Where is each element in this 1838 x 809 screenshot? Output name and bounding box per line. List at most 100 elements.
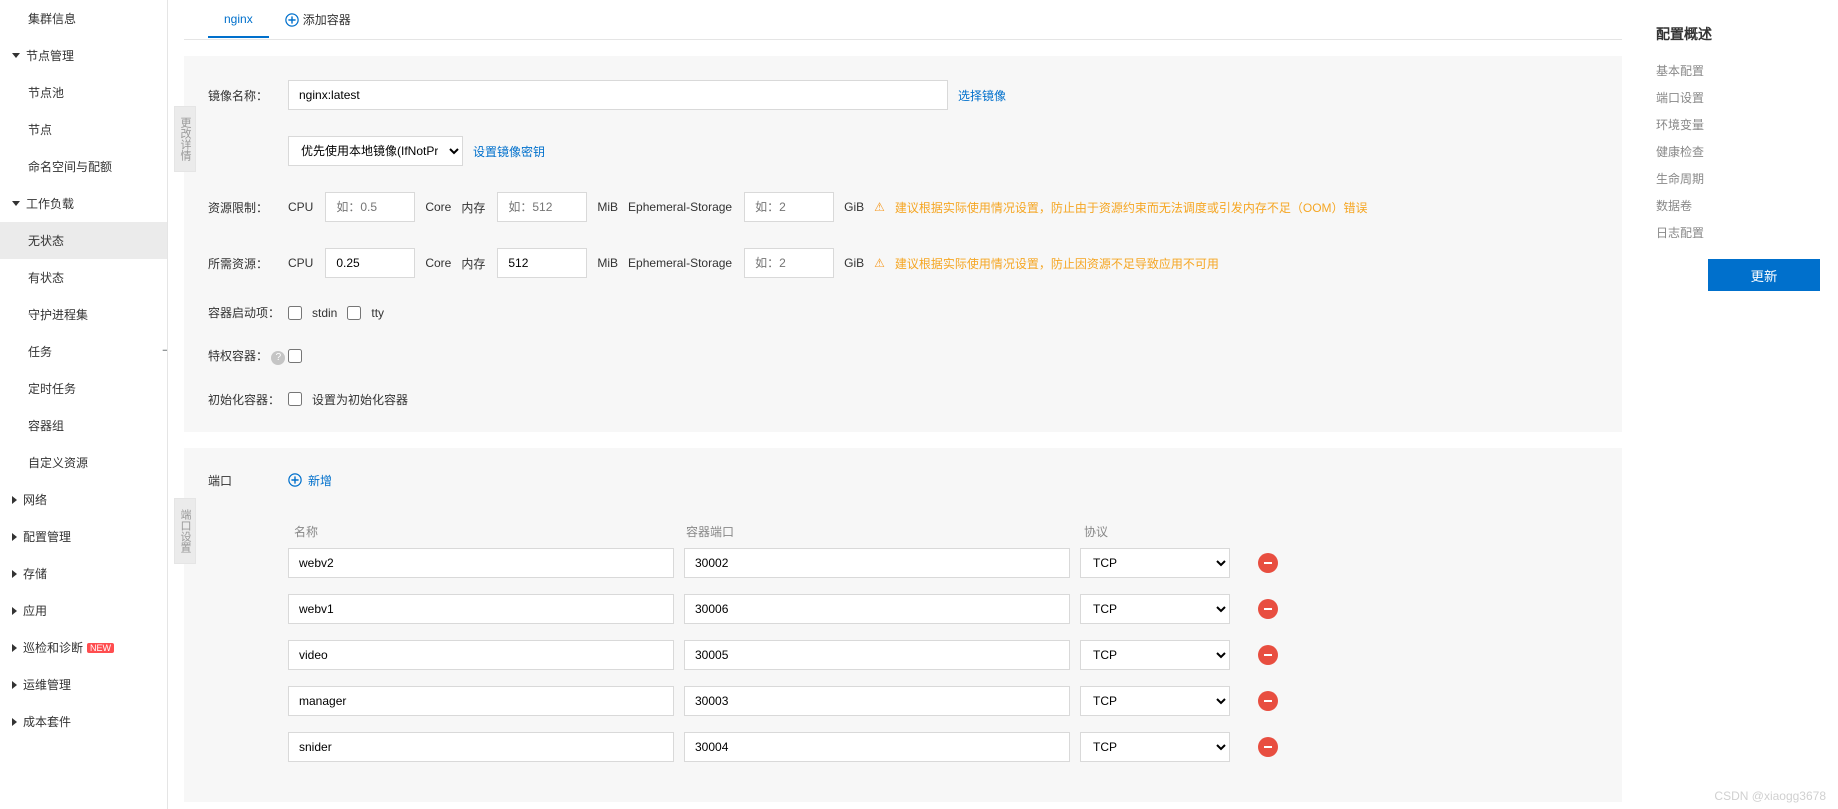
nav-group-config[interactable]: 配置管理 (0, 518, 167, 555)
cpu-label: CPU (288, 200, 313, 214)
init-cb-label: 设置为初始化容器 (312, 391, 408, 408)
set-image-secret-link[interactable]: 设置镜像密钥 (473, 143, 545, 160)
port-number-input[interactable] (684, 686, 1070, 716)
nav-group-cost[interactable]: 成本套件 (0, 703, 167, 740)
privileged-checkbox[interactable] (288, 349, 302, 363)
tty-label: tty (371, 306, 384, 320)
nav-stateful[interactable]: 有状态 (0, 259, 167, 296)
add-port-label: 新增 (308, 472, 332, 489)
right-panel-title: 配置概述 (1656, 24, 1820, 44)
tab-add-label: 添加容器 (303, 11, 351, 28)
nav-group-storage[interactable]: 存储 (0, 555, 167, 592)
stdin-checkbox[interactable] (288, 306, 302, 320)
select-image-link[interactable]: 选择镜像 (958, 87, 1006, 104)
nav-label: 工作负载 (26, 195, 74, 212)
rp-item-log[interactable]: 日志配置 (1656, 224, 1820, 241)
nav-job[interactable]: 任务 (0, 333, 167, 370)
port-protocol-select[interactable]: TCP (1080, 732, 1230, 762)
port-name-input[interactable] (288, 640, 674, 670)
rp-item-env[interactable]: 环境变量 (1656, 116, 1820, 133)
port-row: TCP (288, 732, 1598, 762)
nav-group-node-mgmt[interactable]: 节点管理 (0, 37, 167, 74)
port-protocol-select[interactable]: TCP (1080, 548, 1230, 578)
port-protocol-select[interactable]: TCP (1080, 686, 1230, 716)
rp-item-port[interactable]: 端口设置 (1656, 89, 1820, 106)
rp-item-lifecycle[interactable]: 生命周期 (1656, 170, 1820, 187)
port-row: TCP (288, 548, 1598, 578)
sidebar-collapse-icon[interactable]: ⇥ (157, 330, 168, 370)
nav-node-pool[interactable]: 节点池 (0, 74, 167, 111)
remove-port-button[interactable] (1258, 691, 1278, 711)
port-protocol-select[interactable]: TCP (1080, 640, 1230, 670)
header-port: 容器端口 (680, 523, 1072, 540)
port-name-input[interactable] (288, 548, 674, 578)
cpu-limit-input[interactable] (325, 192, 415, 222)
core-unit: Core (425, 200, 451, 214)
nav-stateless[interactable]: 无状态 (0, 222, 167, 259)
nav-label: 网络 (23, 491, 47, 508)
nav-group-network[interactable]: 网络 (0, 481, 167, 518)
nav-cluster-info[interactable]: 集群信息 (0, 0, 167, 37)
remove-port-button[interactable] (1258, 553, 1278, 573)
nav-custom-res[interactable]: 自定义资源 (0, 444, 167, 481)
port-row: TCP (288, 594, 1598, 624)
nav-group-ops[interactable]: 运维管理 (0, 666, 167, 703)
port-name-input[interactable] (288, 594, 674, 624)
tty-checkbox[interactable] (347, 306, 361, 320)
privileged-label: 特权容器： ? (208, 347, 288, 365)
rp-item-health[interactable]: 健康检查 (1656, 143, 1820, 160)
mib-unit: MiB (597, 200, 618, 214)
header-name: 名称 (288, 523, 680, 540)
gib-unit: GiB (844, 256, 864, 270)
port-number-input[interactable] (684, 548, 1070, 578)
pull-policy-select[interactable]: 优先使用本地镜像(IfNotPresent) (288, 136, 463, 166)
watermark: CSDN @xiaogg3678 (1714, 789, 1826, 803)
port-number-input[interactable] (684, 594, 1070, 624)
plus-icon (285, 13, 299, 27)
tab-nginx[interactable]: nginx (208, 2, 269, 38)
vtab-ports[interactable]: 端口设置 (174, 498, 196, 564)
port-row: TCP (288, 686, 1598, 716)
remove-port-button[interactable] (1258, 599, 1278, 619)
request-label: 所需资源： (208, 255, 288, 272)
eph-limit-input[interactable] (744, 192, 834, 222)
nav-group-inspect[interactable]: 巡检和诊断NEW (0, 629, 167, 666)
mem-limit-input[interactable] (497, 192, 587, 222)
nav-group-workload[interactable]: 工作负载 (0, 185, 167, 222)
eph-label: Ephemeral-Storage (628, 256, 732, 270)
nav-namespace-quota[interactable]: 命名空间与配额 (0, 148, 167, 185)
plus-icon (288, 472, 304, 488)
warning-icon: ⚠ (874, 256, 885, 270)
new-badge: NEW (87, 643, 114, 653)
gib-unit: GiB (844, 200, 864, 214)
nav-pod[interactable]: 容器组 (0, 407, 167, 444)
limit-warning: 建议根据实际使用情况设置，防止由于资源约束而无法调度或引发内存不足（OOM）错误 (895, 199, 1368, 216)
mem-request-input[interactable] (497, 248, 587, 278)
rp-item-basic[interactable]: 基本配置 (1656, 62, 1820, 79)
tab-add-container[interactable]: 添加容器 (269, 1, 367, 38)
limit-label: 资源限制： (208, 199, 288, 216)
port-name-input[interactable] (288, 732, 674, 762)
image-input[interactable] (288, 80, 948, 110)
port-name-input[interactable] (288, 686, 674, 716)
right-panel: 配置概述 基本配置 端口设置 环境变量 健康检查 生命周期 数据卷 日志配置 更… (1638, 0, 1838, 809)
update-button[interactable]: 更新 (1708, 259, 1820, 291)
port-number-input[interactable] (684, 732, 1070, 762)
remove-port-button[interactable] (1258, 737, 1278, 757)
remove-port-button[interactable] (1258, 645, 1278, 665)
help-icon[interactable]: ? (271, 351, 285, 365)
ports-table-header: 名称 容器端口 协议 (288, 515, 1598, 548)
add-port-button[interactable]: 新增 (288, 472, 332, 489)
port-number-input[interactable] (684, 640, 1070, 670)
eph-request-input[interactable] (744, 248, 834, 278)
nav-cronjob[interactable]: 定时任务 (0, 370, 167, 407)
nav-node[interactable]: 节点 (0, 111, 167, 148)
cpu-request-input[interactable] (325, 248, 415, 278)
port-protocol-select[interactable]: TCP (1080, 594, 1230, 624)
start-options-label: 容器启动项： (208, 304, 288, 321)
rp-item-volume[interactable]: 数据卷 (1656, 197, 1820, 214)
nav-group-app[interactable]: 应用 (0, 592, 167, 629)
nav-daemonset[interactable]: 守护进程集 (0, 296, 167, 333)
vtab-overview[interactable]: 更改详情 (174, 106, 196, 172)
init-container-checkbox[interactable] (288, 392, 302, 406)
